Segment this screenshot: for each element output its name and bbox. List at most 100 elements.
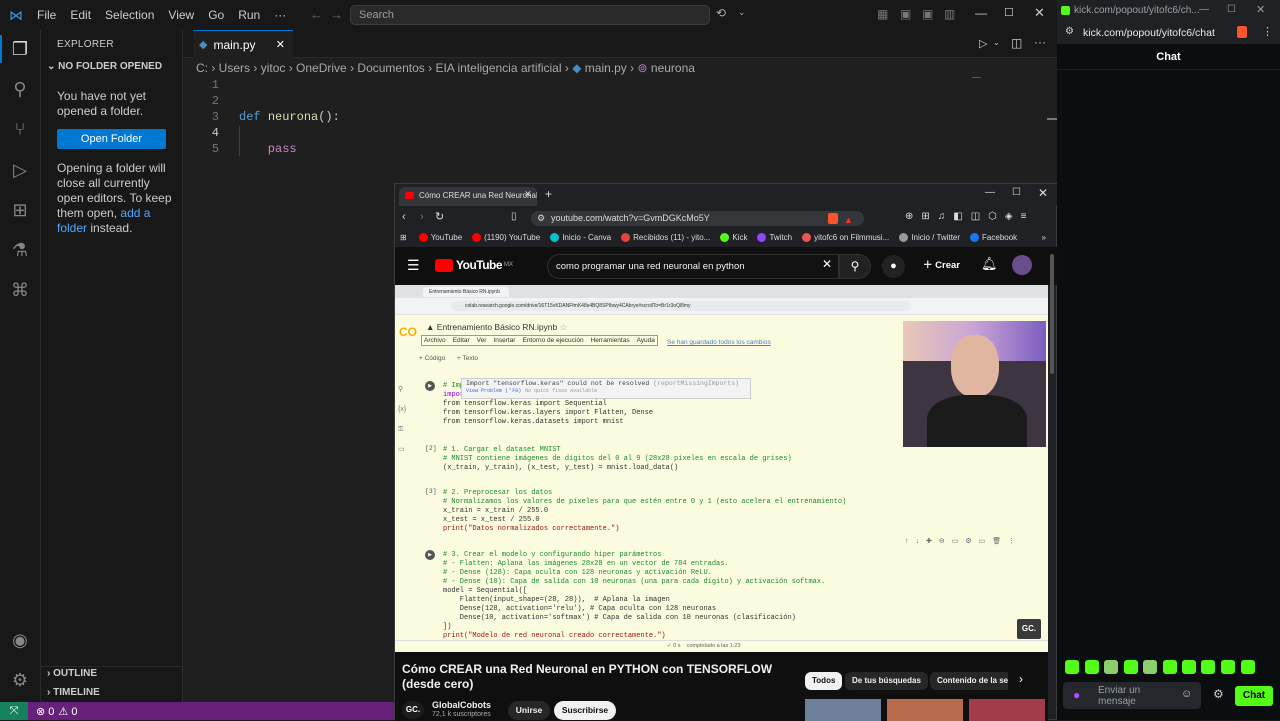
emote-icon[interactable]	[1124, 660, 1138, 674]
avatar[interactable]	[1012, 255, 1032, 275]
toggle-panel-icon[interactable]: ▣	[922, 7, 933, 21]
search-icon[interactable]: ⚲	[839, 254, 871, 279]
brave-shield-icon[interactable]	[828, 213, 838, 224]
menu-go[interactable]: Go	[208, 8, 224, 22]
chevron-down-icon[interactable]: ⌄	[993, 38, 1000, 47]
site-info-icon[interactable]: ⚙	[1065, 26, 1074, 37]
channel-watermark[interactable]: GC.	[1017, 619, 1041, 639]
colab-menu-ver[interactable]: Ver	[477, 337, 487, 344]
add-code-button[interactable]: + Código	[419, 355, 445, 362]
scrollbar[interactable]	[1050, 254, 1054, 374]
open-folder-button[interactable]: Open Folder	[57, 129, 166, 149]
mic-icon[interactable]: ●	[1073, 688, 1080, 702]
copilot-icon[interactable]: ⟲	[716, 6, 726, 20]
chip-content[interactable]: Contenido de la se	[930, 672, 1008, 690]
crumb-onedrive[interactable]: OneDrive	[296, 61, 347, 75]
rewards-icon[interactable]: ▲	[844, 213, 853, 228]
crumb-symbol[interactable]: neurona	[651, 61, 695, 75]
recommended-thumbnail[interactable]	[887, 699, 963, 721]
minimize-icon[interactable]: —	[985, 187, 995, 198]
emote-icon[interactable]	[1221, 660, 1235, 674]
source-control-icon[interactable]: ⑂	[8, 117, 32, 141]
create-button[interactable]: ＋ Crear	[923, 257, 960, 271]
bookmark-gmail[interactable]: Recibidos (11) - yito...	[621, 233, 710, 242]
extension-icons[interactable]: ⊕⊞♫◧◫⬡◈≡	[905, 211, 1034, 222]
extensions-icon[interactable]: ⊞	[8, 198, 32, 222]
back-arrow-icon[interactable]: ←	[310, 7, 323, 22]
colab-menu-entorno[interactable]: Entorno de ejecución	[522, 337, 583, 344]
recommended-thumbnail[interactable]	[969, 699, 1045, 721]
crumb-file[interactable]: main.py	[585, 61, 627, 75]
maximize-icon[interactable]: ☐	[1227, 4, 1236, 15]
bookmark-kick[interactable]: Kick	[720, 233, 747, 242]
chat-settings-gear-icon[interactable]: ⚙	[1213, 687, 1224, 701]
channel-avatar[interactable]: GC.	[402, 701, 424, 719]
emote-icon[interactable]	[1201, 660, 1215, 674]
colab-menu-insertar[interactable]: Insertar	[493, 337, 515, 344]
emoji-icon[interactable]: ☺	[1181, 688, 1192, 700]
toggle-sidebar-icon[interactable]: ▣	[900, 7, 911, 21]
minimize-icon[interactable]: —	[975, 6, 987, 20]
kick-url[interactable]: kick.com/popout/yitofc6/chat	[1083, 27, 1215, 39]
toggle-secondary-sidebar-icon[interactable]: ▥	[944, 7, 955, 21]
menu-more[interactable]: ···	[274, 8, 286, 22]
account-icon[interactable]: ◉	[8, 628, 32, 652]
chevron-right-icon[interactable]: ›	[1019, 672, 1023, 686]
view-problem-link[interactable]: View Problem (⌃F8)	[466, 388, 521, 394]
search-icon[interactable]: ⚲	[8, 77, 32, 101]
split-editor-icon[interactable]: ◫	[1011, 36, 1022, 50]
search-icon[interactable]: ⚲	[398, 380, 406, 400]
recommended-thumbnail[interactable]	[805, 699, 881, 721]
colab-menu-ayuda[interactable]: Ayuda	[637, 337, 655, 344]
remote-icon[interactable]: ⤧	[0, 702, 28, 720]
browser-tab-youtube[interactable]: Cómo CREAR una Red Neuronal	[399, 187, 537, 206]
crumb-drive[interactable]: C:	[196, 61, 208, 75]
forward-icon[interactable]: ›	[420, 211, 424, 223]
command-search-input[interactable]: Search	[350, 5, 710, 25]
emote-icon[interactable]	[1085, 660, 1099, 674]
chip-todos[interactable]: Todos	[805, 672, 843, 690]
run-cell-icon[interactable]: ▶	[425, 381, 435, 391]
run-python-icon[interactable]: ▷	[979, 37, 987, 50]
colab-menu-herramientas[interactable]: Herramientas	[591, 337, 630, 344]
crumb-users[interactable]: Users	[219, 61, 250, 75]
no-folder-section[interactable]: ⌄ NO FOLDER OPENED	[47, 61, 162, 72]
join-button[interactable]: Unirse	[508, 701, 550, 720]
bookmark-icon[interactable]: ▯	[511, 211, 517, 222]
timeline-section[interactable]: › TIMELINE	[47, 687, 100, 698]
run-debug-icon[interactable]: ▷	[8, 158, 32, 182]
emote-icon[interactable]	[1241, 660, 1255, 674]
youtube-search-input[interactable]: como programar una red neuronal en pytho…	[547, 254, 839, 279]
address-bar[interactable]: ⚙ youtube.com/watch?v=GvmDGKcMo5Y ▲	[531, 211, 864, 226]
mic-icon[interactable]: ●	[882, 255, 905, 278]
hamburger-menu-icon[interactable]: ☰	[407, 257, 420, 274]
bookmark-youtube-2[interactable]: (1190) YouTube	[472, 233, 540, 242]
menu-selection[interactable]: Selection	[105, 8, 154, 22]
layout-panel-icon[interactable]: ▦	[877, 7, 888, 21]
emote-icon[interactable]	[1143, 660, 1157, 674]
crumb-project[interactable]: EIA inteligencia artificial	[435, 61, 561, 75]
forward-arrow-icon[interactable]: →	[330, 7, 343, 22]
bookmark-twitter[interactable]: Inicio / Twitter	[899, 233, 960, 242]
more-bookmarks-icon[interactable]: »	[1042, 233, 1046, 242]
more-actions-icon[interactable]: ⋮	[1262, 25, 1273, 38]
bookmark-filmmusic[interactable]: yitofc6 on Filmmusi...	[802, 233, 889, 242]
settings-gear-icon[interactable]: ⚙	[8, 668, 32, 692]
notifications-icon[interactable]: 🔔︎	[981, 256, 998, 272]
menu-file[interactable]: File	[37, 8, 56, 22]
back-icon[interactable]: ‹	[402, 211, 406, 223]
emote-icon[interactable]	[1163, 660, 1177, 674]
chat-message-input[interactable]: ● Enviar un mensaje ☺	[1063, 682, 1201, 709]
close-icon[interactable]: ✕	[1256, 3, 1265, 16]
maximize-icon[interactable]: ☐	[1012, 187, 1021, 198]
tab-main-py[interactable]: ◆ main.py ✕	[193, 30, 293, 58]
bookmark-canva[interactable]: Inicio - Canva	[550, 233, 611, 242]
menu-run[interactable]: Run	[238, 8, 260, 22]
more-actions-icon[interactable]: ···	[1034, 35, 1046, 49]
errors-icon[interactable]: ⊗ 0	[36, 705, 54, 718]
folder-icon[interactable]: ▭	[398, 440, 406, 460]
close-icon[interactable]: ✕	[1034, 5, 1045, 21]
bookmark-twitch[interactable]: Twitch	[757, 233, 792, 242]
cell-toolbar[interactable]: ↑↓✚⊖▭⚙▭🗑⋮	[905, 537, 1022, 545]
close-tab-icon[interactable]: ✕	[524, 189, 532, 200]
